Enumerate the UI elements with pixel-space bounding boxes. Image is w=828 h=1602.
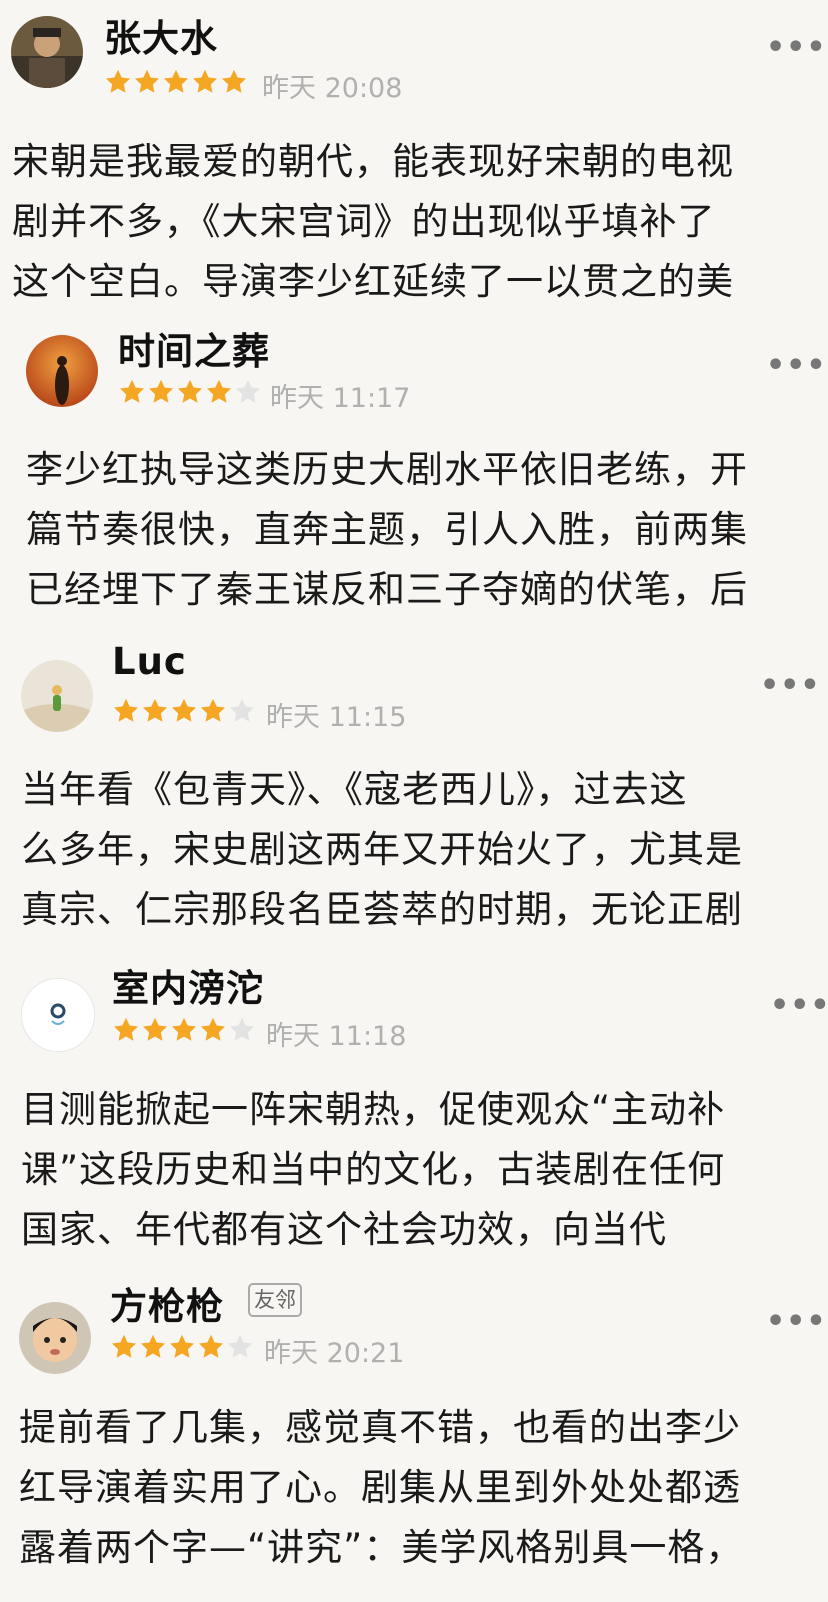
more-icon[interactable]: ••• — [766, 33, 827, 63]
review-text-line: 这个空白。导演李少红延续了一以贯之的美 — [12, 260, 734, 303]
star-filled-icon — [176, 378, 204, 406]
review-text-line: 国家、年代都有这个社会功效，向当代 — [21, 1208, 667, 1251]
star-filled-icon — [205, 378, 233, 406]
review-text-line: 李少红执导这类历史大剧水平依旧老练，开 — [26, 448, 748, 491]
friend-badge: 友邻 — [248, 1283, 302, 1317]
timestamp: 昨天 11:15 — [266, 702, 407, 733]
timestamp: 昨天 20:08 — [262, 73, 403, 104]
username[interactable]: 室内滂沱 — [112, 958, 264, 1012]
star-rating — [112, 697, 257, 725]
review-text-line: 课”这段历史和当中的文化，古装剧在任何 — [21, 1148, 726, 1191]
star-filled-icon — [191, 68, 219, 96]
review-text[interactable]: 目测能掀起一阵宋朝热，促使观众“主动补 课”这段历史和当中的文化，古装剧在任何 … — [21, 1080, 725, 1260]
star-rating — [110, 1333, 255, 1361]
star-filled-icon — [118, 378, 146, 406]
username[interactable]: Luc — [112, 640, 187, 683]
timestamp: 昨天 11:18 — [266, 1021, 407, 1052]
star-filled-icon — [112, 697, 140, 725]
review-text-line: 红导演着实用了心。剧集从里到外处处都透 — [19, 1466, 741, 1509]
star-empty-icon — [226, 1333, 254, 1361]
star-filled-icon — [199, 1016, 227, 1044]
more-icon[interactable]: ••• — [760, 671, 821, 701]
review-text[interactable]: 李少红执导这类历史大剧水平依旧老练，开 篇节奏很快，直奔主题，引人入胜，前两集 … — [26, 440, 748, 620]
review-text[interactable]: 宋朝是我最爱的朝代，能表现好宋朝的电视 剧并不多，《大宋宫词》的出现似乎填补了 … — [12, 132, 734, 312]
star-filled-icon — [141, 1016, 169, 1044]
star-filled-icon — [104, 68, 132, 96]
star-filled-icon — [199, 697, 227, 725]
star-filled-icon — [112, 1016, 140, 1044]
user-avatar[interactable] — [21, 978, 95, 1052]
star-filled-icon — [147, 378, 175, 406]
more-icon[interactable]: ••• — [766, 351, 827, 381]
star-filled-icon — [170, 1016, 198, 1044]
star-empty-icon — [228, 697, 256, 725]
star-filled-icon — [170, 697, 198, 725]
review-text[interactable]: 当年看《包青天》、《寇老西儿》，过去这 么多年，宋史剧这两年又开始火了，尤其是 … — [21, 760, 743, 940]
star-empty-icon — [234, 378, 262, 406]
star-filled-icon — [133, 68, 161, 96]
user-avatar[interactable] — [19, 1302, 91, 1374]
review-text-line: 提前看了几集，感觉真不错，也看的出李少 — [19, 1406, 741, 1449]
star-empty-icon — [228, 1016, 256, 1044]
star-filled-icon — [139, 1333, 167, 1361]
review-text-line: 篇节奏很快，直奔主题，引人入胜，前两集 — [26, 508, 748, 551]
user-avatar[interactable] — [21, 660, 93, 732]
timestamp: 昨天 20:21 — [264, 1338, 405, 1369]
user-avatar[interactable] — [26, 335, 98, 407]
review-text-line: 目测能掀起一阵宋朝热，促使观众“主动补 — [21, 1088, 726, 1131]
review-text-line: 当年看《包青天》、《寇老西儿》，过去这 — [21, 768, 688, 811]
review-text-line: 么多年，宋史剧这两年又开始火了，尤其是 — [21, 828, 743, 871]
review-text-line: 剧并不多，《大宋宫词》的出现似乎填补了 — [12, 200, 716, 243]
star-filled-icon — [162, 68, 190, 96]
review-text-line: 已经埋下了秦王谋反和三子夺嫡的伏笔，后 — [26, 568, 748, 611]
star-filled-icon — [168, 1333, 196, 1361]
star-filled-icon — [141, 697, 169, 725]
review-text-line: 宋朝是我最爱的朝代，能表现好宋朝的电视 — [12, 140, 734, 183]
review-text-line: 露着两个字—“讲究”：美学风格别具一格， — [19, 1526, 744, 1569]
star-rating — [112, 1016, 257, 1044]
star-rating — [104, 68, 249, 96]
username[interactable]: 张大水 — [104, 8, 218, 62]
timestamp: 昨天 11:17 — [270, 383, 411, 414]
user-avatar[interactable] — [11, 16, 83, 88]
star-filled-icon — [220, 68, 248, 96]
star-filled-icon — [110, 1333, 138, 1361]
star-filled-icon — [197, 1333, 225, 1361]
star-rating — [118, 378, 263, 406]
review-text[interactable]: 提前看了几集，感觉真不错，也看的出李少 红导演着实用了心。剧集从里到外处处都透 … — [19, 1398, 743, 1578]
more-icon[interactable]: ••• — [770, 991, 828, 1021]
more-icon[interactable]: ••• — [766, 1307, 827, 1337]
review-text-line: 真宗、仁宗那段名臣荟萃的时期，无论正剧 — [21, 888, 743, 931]
username[interactable]: 时间之葬 — [118, 321, 270, 375]
username[interactable]: 方枪枪 — [110, 1276, 224, 1330]
